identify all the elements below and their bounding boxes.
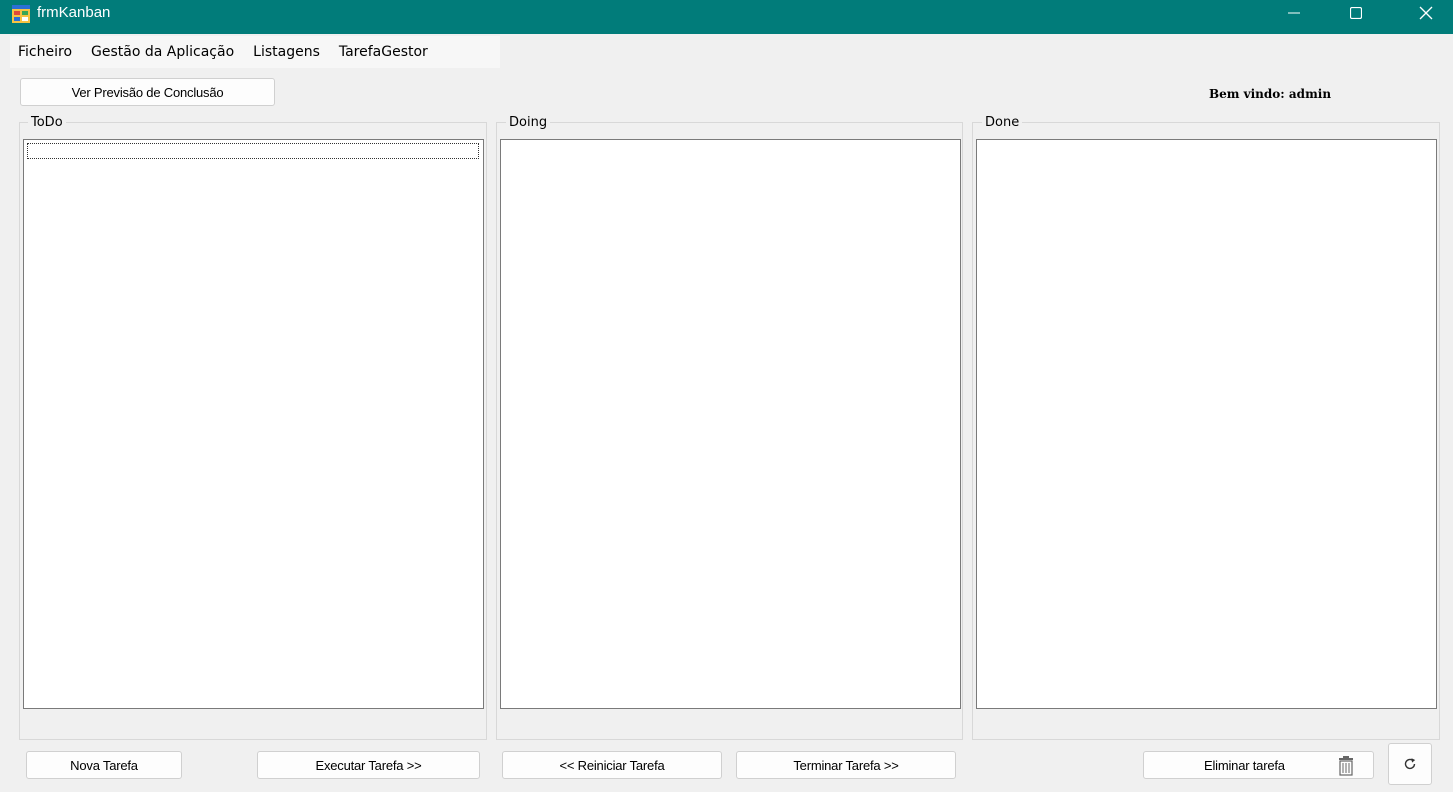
forecast-button[interactable]: Ver Previsão de Conclusão — [20, 78, 275, 106]
close-button[interactable] — [1403, 0, 1449, 26]
menu-gestao-aplicacao[interactable]: Gestão da Aplicação — [83, 36, 242, 68]
done-group-label: Done — [982, 115, 1023, 131]
execute-task-button[interactable]: Executar Tarefa >> — [257, 751, 480, 779]
new-task-button[interactable]: Nova Tarefa — [26, 751, 182, 779]
minimize-button[interactable] — [1271, 0, 1317, 26]
refresh-icon — [1404, 758, 1416, 770]
restart-task-button[interactable]: << Reiniciar Tarefa — [502, 751, 722, 779]
todo-listbox[interactable] — [23, 139, 484, 709]
menu-bar: Ficheiro Gestão da Aplicação Listagens T… — [10, 36, 500, 68]
maximize-icon — [1350, 7, 1362, 19]
menu-tarefa-gestor[interactable]: TarefaGestor — [331, 36, 436, 68]
delete-task-button[interactable]: Eliminar tarefa — [1143, 751, 1374, 779]
menu-listagens[interactable]: Listagens — [245, 36, 328, 68]
window-title: frmKanban — [37, 4, 111, 21]
minimize-icon — [1288, 12, 1300, 14]
doing-group-label: Doing — [506, 115, 551, 131]
menu-ficheiro[interactable]: Ficheiro — [10, 36, 80, 68]
welcome-label: Bem vindo: admin — [1209, 87, 1332, 101]
todo-focus-item[interactable] — [27, 143, 479, 159]
todo-group-label: ToDo — [28, 115, 66, 131]
finish-task-button[interactable]: Terminar Tarefa >> — [736, 751, 956, 779]
maximize-button[interactable] — [1333, 0, 1379, 26]
refresh-button[interactable] — [1388, 743, 1432, 785]
title-bar: frmKanban — [0, 0, 1453, 34]
app-form-icon — [12, 5, 30, 23]
trash-icon — [1339, 756, 1353, 776]
doing-listbox[interactable] — [500, 139, 961, 709]
done-listbox[interactable] — [976, 139, 1437, 709]
delete-task-label: Eliminar tarefa — [1204, 757, 1285, 773]
close-icon — [1419, 6, 1433, 20]
